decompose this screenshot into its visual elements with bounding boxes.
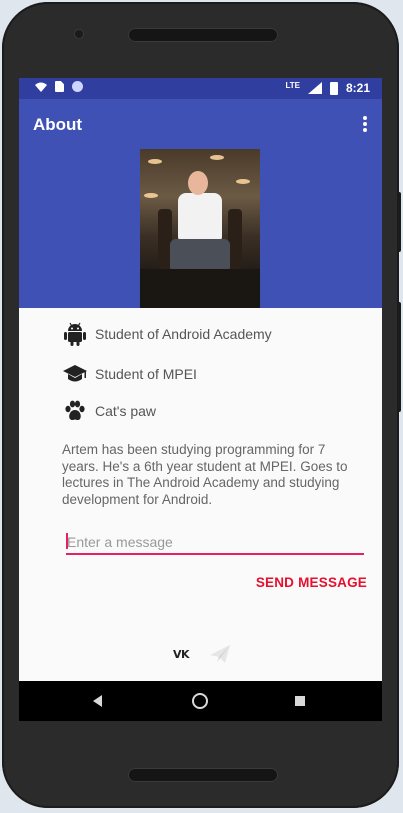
- app-bar: About: [19, 99, 382, 149]
- text-cursor: [66, 533, 68, 549]
- signal-icon: [307, 82, 322, 94]
- paw-icon: [63, 399, 87, 423]
- network-type: LTE: [285, 80, 300, 90]
- telegram-link[interactable]: [208, 642, 232, 666]
- system-nav-bar: [19, 681, 382, 721]
- info-item-label: Student of MPEI: [95, 366, 197, 382]
- message-input[interactable]: [66, 531, 364, 555]
- profile-header: [19, 149, 382, 308]
- overflow-menu-icon[interactable]: [362, 116, 368, 132]
- telegram-icon: [210, 645, 230, 663]
- info-item-label: Student of Android Academy: [95, 326, 272, 342]
- vk-link[interactable]: VK: [169, 642, 193, 666]
- sync-icon: [72, 81, 83, 92]
- info-item-hobby: Cat's paw: [63, 398, 156, 424]
- vk-icon: VK: [172, 647, 190, 661]
- info-item-academy: Student of Android Academy: [63, 321, 272, 347]
- top-speaker: [128, 28, 278, 42]
- page-title: About: [33, 115, 83, 134]
- bottom-speaker: [128, 768, 278, 782]
- status-bar: LTE 8:21: [19, 78, 382, 99]
- profile-photo: [140, 149, 260, 308]
- battery-icon: [329, 81, 338, 95]
- android-icon: [63, 322, 87, 346]
- send-message-button[interactable]: SEND MESSAGE: [256, 575, 367, 590]
- sim-card-icon: [55, 81, 64, 92]
- clock: 8:21: [345, 81, 370, 95]
- wifi-icon: [35, 82, 47, 92]
- graduation-cap-icon: [63, 362, 87, 386]
- bio-text: Artem has been studying programming for …: [62, 442, 348, 507]
- back-icon[interactable]: [93, 695, 102, 707]
- front-camera: [75, 30, 83, 38]
- info-item-university: Student of MPEI: [63, 361, 197, 387]
- home-icon[interactable]: [192, 693, 208, 709]
- info-item-label: Cat's paw: [95, 403, 157, 419]
- screen: LTE 8:21 About Student of Android Academ…: [19, 78, 382, 721]
- volume-button: [397, 302, 401, 412]
- recent-apps-icon[interactable]: [295, 696, 305, 706]
- power-button: [397, 192, 401, 252]
